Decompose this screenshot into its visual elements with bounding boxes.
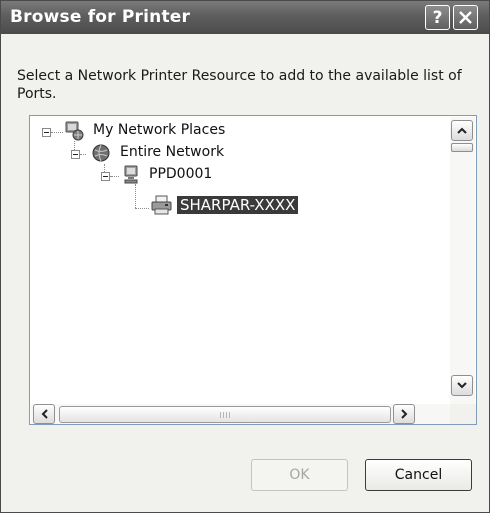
vertical-scrollbar[interactable] <box>450 117 475 405</box>
close-icon <box>459 11 472 24</box>
help-icon: ? <box>432 7 443 28</box>
title-bar[interactable]: Browse for Printer ? <box>1 1 489 34</box>
collapse-toggle[interactable] <box>42 128 51 137</box>
tree-connector <box>80 154 86 155</box>
vertical-scroll-thumb[interactable] <box>451 143 473 152</box>
horizontal-scrollbar[interactable] <box>31 404 450 424</box>
collapse-toggle[interactable] <box>71 150 80 159</box>
ok-button[interactable]: OK <box>251 459 348 491</box>
globe-network-icon <box>92 144 110 162</box>
tree-node-entire-network[interactable]: Entire Network <box>120 144 224 160</box>
chevron-left-icon <box>41 409 48 419</box>
thumb-grip <box>229 412 230 418</box>
scroll-left-button[interactable] <box>33 404 55 424</box>
scroll-right-button[interactable] <box>393 404 415 424</box>
window-title: Browse for Printer <box>10 7 191 27</box>
printer-icon <box>151 195 172 215</box>
chevron-down-icon <box>457 382 467 389</box>
tree-connector <box>111 176 119 177</box>
horizontal-scroll-thumb[interactable] <box>59 406 391 423</box>
scroll-down-button[interactable] <box>451 375 473 396</box>
chevron-up-icon <box>457 127 467 134</box>
printer-tree-view[interactable]: My Network Places Entire Network PPD0001… <box>29 115 477 425</box>
thumb-grip <box>220 412 221 418</box>
tree-node-sharpar-xxxx[interactable]: SHARPAR-XXXX <box>177 196 299 214</box>
browse-for-printer-dialog: Browse for Printer ? Select a Network Pr… <box>0 0 490 513</box>
tree-connector <box>51 132 63 133</box>
scroll-up-button[interactable] <box>451 120 473 141</box>
tree-connector <box>135 208 149 209</box>
close-button[interactable] <box>453 5 478 30</box>
thumb-grip <box>226 412 227 418</box>
cancel-button[interactable]: Cancel <box>365 459 472 491</box>
thumb-grip <box>223 412 224 418</box>
collapse-toggle[interactable] <box>101 172 110 181</box>
chevron-right-icon <box>400 409 407 419</box>
tree-node-my-network-places[interactable]: My Network Places <box>93 122 225 138</box>
tree-connector <box>135 184 136 208</box>
instruction-text: Select a Network Printer Resource to add… <box>17 68 462 102</box>
help-button[interactable]: ? <box>425 5 450 30</box>
tree-node-ppd0001[interactable]: PPD0001 <box>149 166 212 182</box>
computer-icon <box>124 165 138 184</box>
scrollbar-corner <box>450 404 476 424</box>
network-places-icon <box>65 121 84 141</box>
